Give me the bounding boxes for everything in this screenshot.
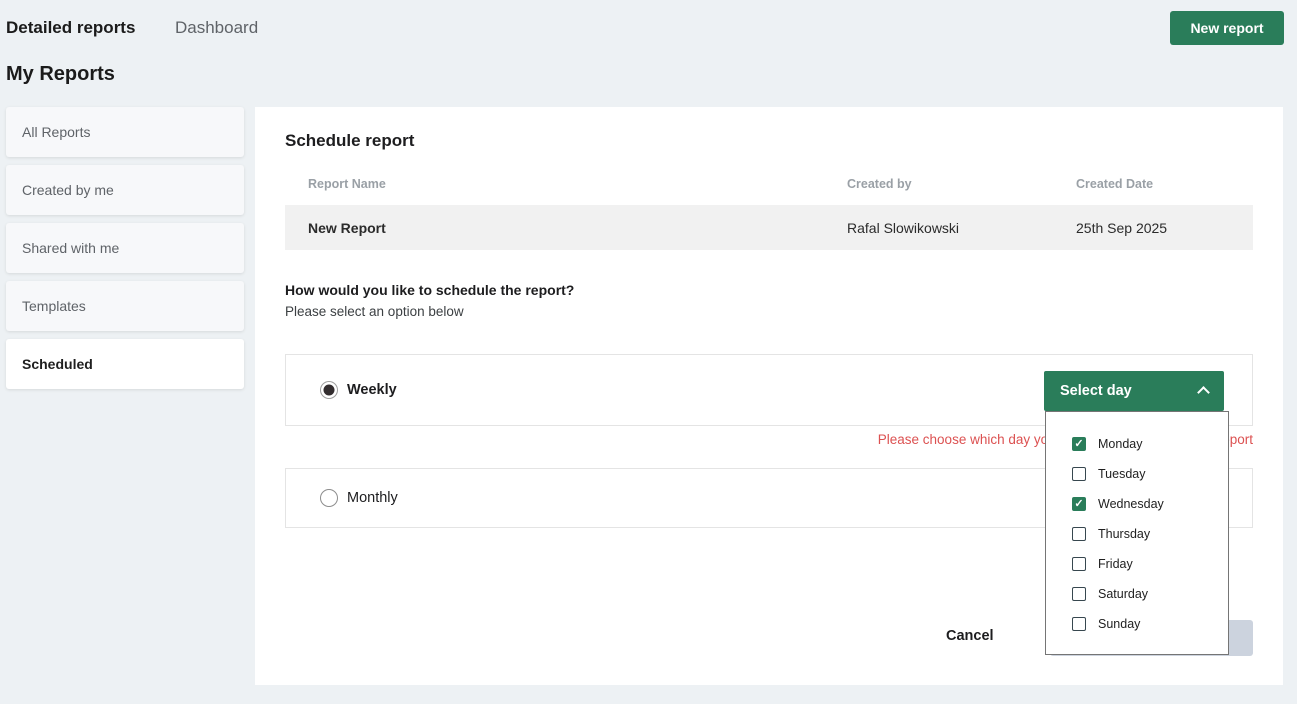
checkbox-icon[interactable] [1072, 587, 1086, 601]
day-option-sunday[interactable]: Sunday [1046, 609, 1228, 639]
day-label: Wednesday [1098, 497, 1164, 511]
day-label: Tuesday [1098, 467, 1145, 481]
created-date-cell: 25th Sep 2025 [1076, 220, 1167, 236]
weekly-radio[interactable] [320, 381, 338, 399]
column-header-report-name: Report Name [308, 177, 386, 191]
page-title: My Reports [6, 63, 115, 86]
new-report-button[interactable]: New report [1170, 11, 1284, 45]
checkbox-icon[interactable] [1072, 617, 1086, 631]
checkbox-icon[interactable] [1072, 467, 1086, 481]
tab-dashboard[interactable]: Dashboard [175, 18, 258, 38]
sidebar-item-scheduled[interactable]: Scheduled [6, 339, 244, 389]
tab-detailed-reports[interactable]: Detailed reports [6, 18, 135, 38]
sidebar: All Reports Created by me Shared with me… [6, 107, 244, 397]
schedule-hint: Please select an option below [285, 304, 464, 319]
checkbox-icon[interactable] [1072, 557, 1086, 571]
day-option-tuesday[interactable]: Tuesday [1046, 459, 1228, 489]
cancel-button[interactable]: Cancel [946, 628, 994, 644]
monthly-option-label: Monthly [347, 490, 398, 506]
report-name-cell: New Report [308, 220, 386, 236]
day-label: Friday [1098, 557, 1133, 571]
day-option-friday[interactable]: Friday [1046, 549, 1228, 579]
weekly-option-label: Weekly [347, 382, 397, 398]
chevron-up-icon [1197, 386, 1210, 399]
checkbox-checked-icon[interactable] [1072, 437, 1086, 451]
day-option-saturday[interactable]: Saturday [1046, 579, 1228, 609]
monthly-radio[interactable] [320, 489, 338, 507]
column-header-created-date: Created Date [1076, 177, 1153, 191]
select-day-button[interactable]: Select day [1044, 371, 1224, 411]
created-by-cell: Rafal Slowikowski [847, 220, 959, 236]
panel-title: Schedule report [285, 131, 414, 151]
schedule-question: How would you like to schedule the repor… [285, 282, 574, 298]
sidebar-item-templates[interactable]: Templates [6, 281, 244, 331]
day-label: Sunday [1098, 617, 1140, 631]
sidebar-item-all-reports[interactable]: All Reports [6, 107, 244, 157]
checkbox-checked-icon[interactable] [1072, 497, 1086, 511]
day-label: Monday [1098, 437, 1142, 451]
page: Detailed reports Dashboard New report My… [0, 0, 1297, 704]
day-option-wednesday[interactable]: Wednesday [1046, 489, 1228, 519]
sidebar-item-created-by-me[interactable]: Created by me [6, 165, 244, 215]
day-option-monday[interactable]: Monday [1046, 429, 1228, 459]
day-label: Thursday [1098, 527, 1150, 541]
column-header-created-by: Created by [847, 177, 912, 191]
day-select-dropdown: Monday Tuesday Wednesday Thursday Friday… [1045, 411, 1229, 655]
sidebar-item-shared-with-me[interactable]: Shared with me [6, 223, 244, 273]
checkbox-icon[interactable] [1072, 527, 1086, 541]
day-label: Saturday [1098, 587, 1148, 601]
day-option-thursday[interactable]: Thursday [1046, 519, 1228, 549]
select-day-label: Select day [1060, 383, 1132, 399]
